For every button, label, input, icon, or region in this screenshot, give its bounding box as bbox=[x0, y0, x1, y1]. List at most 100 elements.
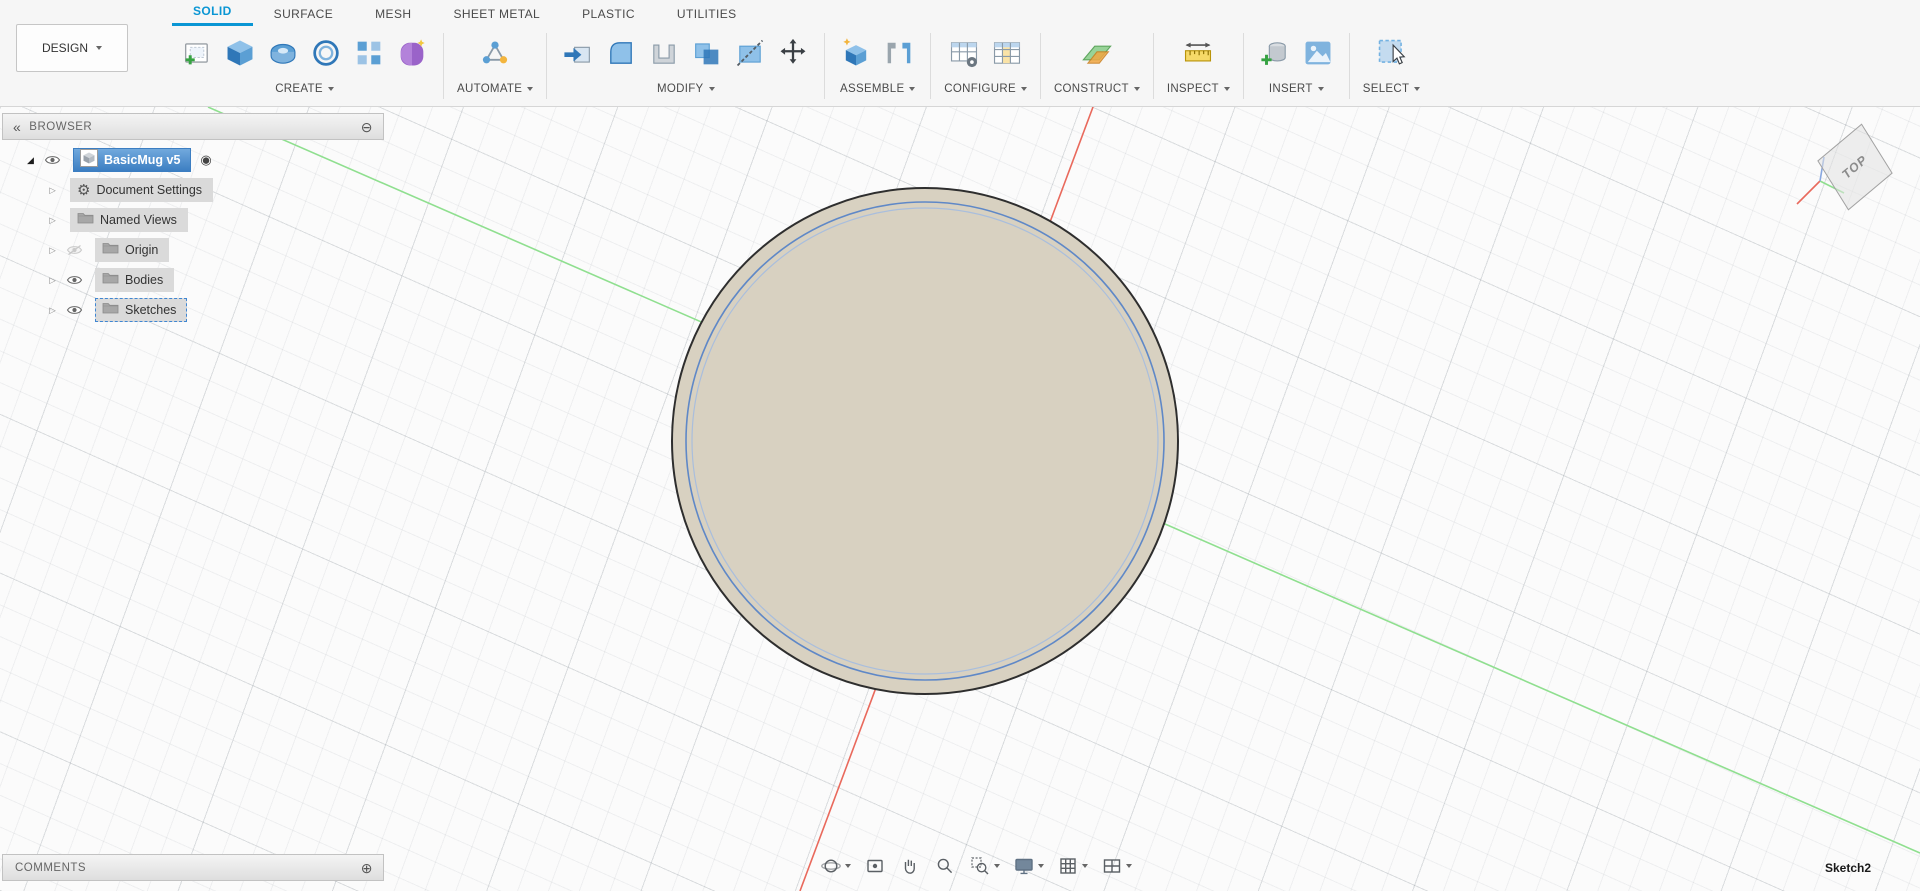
visibility-eye-icon[interactable] bbox=[40, 154, 65, 166]
comments-panel: COMMENTS ⊕ bbox=[2, 854, 384, 881]
collapse-panel-icon[interactable]: « bbox=[13, 120, 21, 134]
browser-node-document-settings[interactable]: ▷ ⚙ Document Settings bbox=[2, 175, 384, 205]
fillet-button[interactable] bbox=[603, 35, 639, 71]
create-form-button[interactable] bbox=[394, 35, 430, 71]
select-button[interactable] bbox=[1374, 35, 1410, 71]
disclosure-collapsed-icon[interactable]: ▷ bbox=[46, 245, 59, 256]
move-copy-button[interactable] bbox=[775, 35, 811, 71]
orbit-button[interactable] bbox=[818, 853, 853, 879]
measure-button[interactable] bbox=[1180, 35, 1216, 71]
display-settings-button[interactable] bbox=[1011, 853, 1046, 879]
comments-title: COMMENTS bbox=[15, 861, 87, 874]
visibility-eye-hidden-icon[interactable] bbox=[62, 244, 87, 256]
activate-component-radio-icon[interactable]: ◉ bbox=[200, 152, 211, 168]
configure-menu[interactable]: CONFIGURE bbox=[944, 83, 1027, 95]
node-chip[interactable]: Bodies bbox=[95, 268, 175, 292]
box-button[interactable] bbox=[222, 35, 258, 71]
construct-menu[interactable]: CONSTRUCT bbox=[1054, 83, 1140, 95]
browser-tree: ◢ BasicMug v5 ◉ ▷ ⚙ Document Settings ▷ … bbox=[2, 140, 384, 326]
node-chip[interactable]: Named Views bbox=[70, 208, 188, 232]
add-comment-icon[interactable]: ⊕ bbox=[361, 861, 373, 875]
grid-display-button[interactable] bbox=[1055, 853, 1090, 879]
browser-node-origin[interactable]: ▷ Origin bbox=[2, 235, 384, 265]
disclosure-collapsed-icon[interactable]: ▷ bbox=[46, 305, 59, 316]
configuration-table-button[interactable] bbox=[989, 35, 1025, 71]
viewports-button[interactable] bbox=[1099, 853, 1134, 879]
design-workspace-menu[interactable]: DESIGN bbox=[16, 24, 128, 72]
group-label-text: ASSEMBLE bbox=[840, 83, 905, 95]
node-chip[interactable]: ⚙ Document Settings bbox=[70, 178, 214, 202]
toolbar-group-construct: CONSTRUCT bbox=[1041, 26, 1153, 106]
chevron-down-icon bbox=[1082, 864, 1088, 868]
grid-display-icon bbox=[1060, 858, 1076, 874]
insert-menu[interactable]: INSERT bbox=[1269, 83, 1324, 95]
modify-menu[interactable]: MODIFY bbox=[657, 83, 715, 95]
new-component-button[interactable] bbox=[838, 35, 874, 71]
insert-derive-button[interactable] bbox=[1257, 35, 1293, 71]
mug-body-face[interactable] bbox=[671, 187, 1179, 695]
tab-utilities[interactable]: UTILITIES bbox=[656, 3, 758, 26]
chevron-down-icon bbox=[1126, 864, 1132, 868]
split-body-button[interactable] bbox=[732, 35, 768, 71]
disclosure-collapsed-icon[interactable]: ▷ bbox=[46, 185, 59, 196]
revolve-button[interactable] bbox=[265, 35, 301, 71]
create-sketch-button[interactable] bbox=[179, 35, 215, 71]
canvas-button[interactable] bbox=[1300, 35, 1336, 71]
chevron-down-icon bbox=[96, 46, 102, 50]
visibility-eye-icon[interactable] bbox=[62, 304, 87, 316]
node-label: Named Views bbox=[100, 213, 177, 227]
pan-button[interactable] bbox=[897, 853, 923, 879]
minimize-panel-icon[interactable]: ⊖ bbox=[361, 120, 373, 134]
chevron-down-icon bbox=[708, 87, 715, 91]
assemble-menu[interactable]: ASSEMBLE bbox=[840, 83, 916, 95]
folder-icon bbox=[102, 241, 119, 259]
pan-icon bbox=[904, 859, 915, 874]
joint-button[interactable] bbox=[881, 35, 917, 71]
coil-button[interactable] bbox=[308, 35, 344, 71]
orbit-icon bbox=[821, 859, 841, 873]
workspace-tabs: SOLID SURFACE MESH SHEET METAL PLASTIC U… bbox=[0, 0, 1920, 26]
inspect-menu[interactable]: INSPECT bbox=[1167, 83, 1230, 95]
tab-sheet-metal[interactable]: SHEET METAL bbox=[432, 3, 561, 26]
node-chip-active-edit[interactable]: Sketches bbox=[95, 298, 188, 322]
tab-plastic[interactable]: PLASTIC bbox=[561, 3, 656, 26]
browser-node-root[interactable]: ◢ BasicMug v5 ◉ bbox=[2, 145, 384, 175]
browser-node-named-views[interactable]: ▷ Named Views bbox=[2, 205, 384, 235]
browser-node-sketches[interactable]: ▷ Sketches bbox=[2, 295, 384, 325]
group-label-text: AUTOMATE bbox=[457, 83, 523, 95]
toolbar-group-modify: MODIFY bbox=[547, 26, 824, 106]
tab-solid[interactable]: SOLID bbox=[172, 0, 253, 26]
disclosure-expanded-icon[interactable]: ◢ bbox=[24, 155, 37, 166]
automate-button[interactable] bbox=[477, 35, 513, 71]
zoom-button[interactable] bbox=[932, 853, 958, 879]
disclosure-collapsed-icon[interactable]: ▷ bbox=[46, 275, 59, 286]
disclosure-collapsed-icon[interactable]: ▷ bbox=[46, 215, 59, 226]
create-menu[interactable]: CREATE bbox=[275, 83, 334, 95]
visibility-eye-icon[interactable] bbox=[62, 274, 87, 286]
node-chip[interactable]: Origin bbox=[95, 238, 170, 262]
offset-plane-button[interactable] bbox=[1079, 35, 1115, 71]
group-label-text: MODIFY bbox=[656, 83, 704, 95]
configure-button[interactable] bbox=[946, 35, 982, 71]
toolbar-group-assemble: ASSEMBLE bbox=[825, 26, 930, 106]
viewports-icon bbox=[1103, 859, 1121, 873]
tab-surface[interactable]: SURFACE bbox=[253, 3, 354, 26]
toolbar-group-automate: AUTOMATE bbox=[444, 26, 546, 106]
automate-menu[interactable]: AUTOMATE bbox=[457, 83, 534, 95]
tab-mesh[interactable]: MESH bbox=[354, 3, 432, 26]
look-at-button[interactable] bbox=[862, 853, 888, 879]
zoom-window-button[interactable] bbox=[967, 853, 1002, 879]
chevron-down-icon bbox=[527, 87, 534, 91]
toolbar-group-configure: CONFIGURE bbox=[931, 26, 1040, 106]
comments-header: COMMENTS ⊕ bbox=[2, 854, 384, 881]
shell-button[interactable] bbox=[646, 35, 682, 71]
press-pull-button[interactable] bbox=[560, 35, 596, 71]
combine-button[interactable] bbox=[689, 35, 725, 71]
rectangular-pattern-button[interactable] bbox=[351, 35, 387, 71]
browser-node-bodies[interactable]: ▷ Bodies bbox=[2, 265, 384, 295]
group-label-text: INSPECT bbox=[1166, 83, 1219, 95]
active-sketch-badge: Sketch2 bbox=[1824, 861, 1871, 875]
component-chip[interactable]: BasicMug v5 bbox=[73, 148, 192, 172]
select-menu[interactable]: SELECT bbox=[1363, 83, 1421, 95]
look-at-icon bbox=[867, 859, 883, 873]
